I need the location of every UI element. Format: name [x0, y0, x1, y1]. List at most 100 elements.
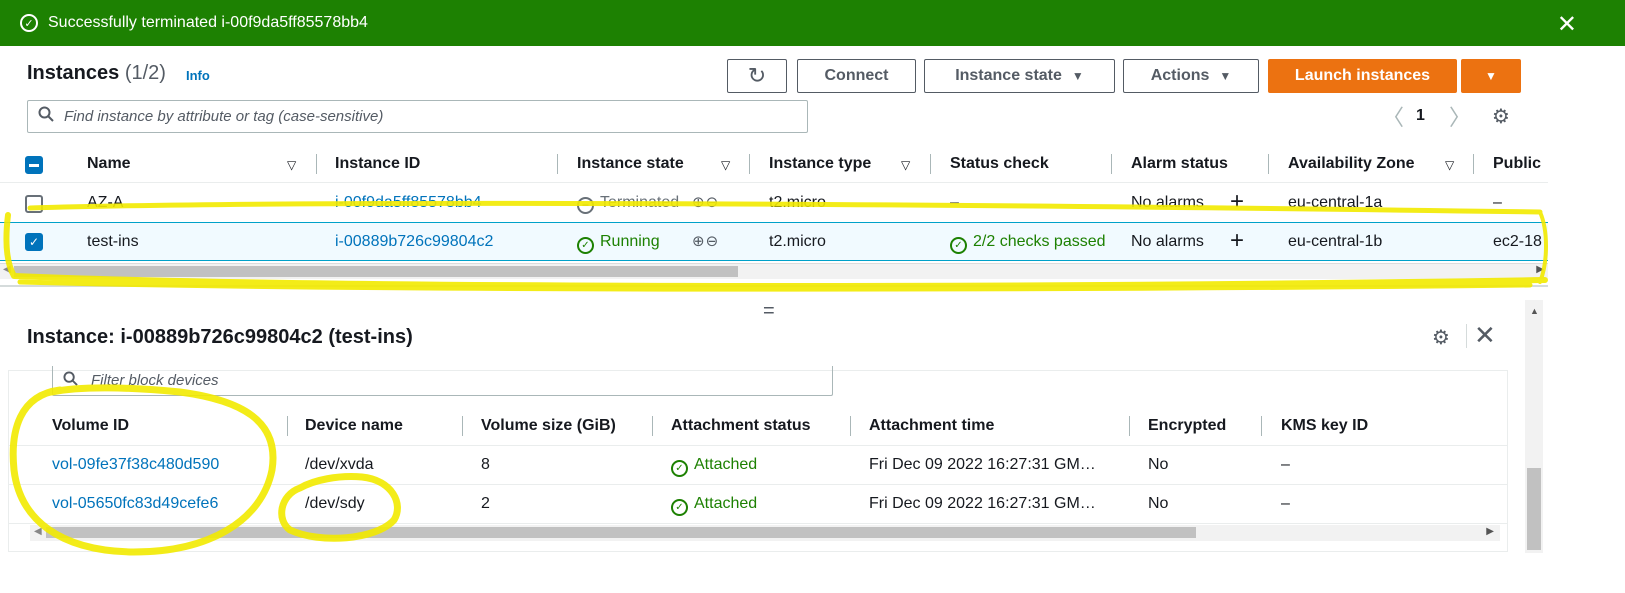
column-header-attachment-time[interactable]: Attachment time	[869, 417, 994, 435]
filter-block-devices-input[interactable]: Filter block devices	[52, 366, 833, 396]
zoom-in-out-icons[interactable]: ⊕⊖	[692, 193, 719, 211]
instance-id-link[interactable]: i-00889b726c99804c2	[335, 233, 493, 251]
column-divider[interactable]	[316, 154, 317, 174]
info-link[interactable]: Info	[186, 68, 210, 83]
check-passed-icon: ✓	[950, 237, 967, 254]
sort-icon[interactable]: ▽	[1445, 158, 1454, 172]
kms-key-id: –	[1281, 456, 1290, 473]
attachment-status-text: Attached	[694, 456, 758, 473]
instance-id-link[interactable]: i-00f9da5ff85578bb4	[335, 194, 482, 212]
column-divider[interactable]	[557, 154, 558, 174]
instance-state-dropdown[interactable]: Instance state ▼	[924, 59, 1115, 93]
row-checkbox[interactable]	[25, 195, 43, 213]
scroll-right-arrow-icon[interactable]: ▶	[1486, 526, 1494, 537]
device-name: /dev/xvda	[305, 456, 374, 473]
column-header-alarm-status[interactable]: Alarm status	[1131, 155, 1228, 173]
column-divider[interactable]	[1268, 154, 1269, 174]
column-divider[interactable]	[1111, 154, 1112, 174]
caret-down-icon: ▼	[1485, 69, 1497, 83]
next-page-button[interactable]: 〉	[1449, 104, 1471, 130]
column-divider[interactable]	[1473, 154, 1474, 174]
attachment-status-text: Attached	[694, 495, 758, 512]
column-header-instance-type[interactable]: Instance type	[769, 155, 871, 173]
column-divider[interactable]	[652, 416, 653, 436]
status-check: –	[950, 194, 959, 211]
scroll-right-arrow-icon[interactable]: ▶	[1536, 264, 1544, 275]
panel-close-icon[interactable]: ✕	[1474, 320, 1496, 351]
column-header-encrypted[interactable]: Encrypted	[1148, 417, 1226, 435]
column-header-instance-state[interactable]: Instance state	[577, 155, 684, 173]
instance-state-label: Instance state	[955, 67, 1062, 84]
drag-handle-icon[interactable]: =	[763, 300, 775, 323]
sort-icon[interactable]: ▽	[901, 158, 910, 172]
table-row: vol-05650fc83d49cefe6 /dev/sdy 2 ✓ Attach…	[8, 485, 1508, 524]
refresh-button[interactable]: ↻	[727, 59, 787, 93]
scroll-left-arrow-icon[interactable]: ◀	[3, 264, 11, 275]
selection-count: (1/2)	[124, 62, 166, 84]
status-check: ✓ 2/2 checks passed	[950, 233, 1106, 254]
add-alarm-icon[interactable]: +	[1230, 227, 1244, 255]
volume-id-link[interactable]: vol-05650fc83d49cefe6	[52, 495, 218, 513]
column-header-attachment-status[interactable]: Attachment status	[671, 417, 811, 435]
column-header-device-name[interactable]: Device name	[305, 417, 403, 435]
column-divider[interactable]	[930, 154, 931, 174]
panel-vertical-scrollbar[interactable]: ▲	[1525, 300, 1543, 553]
instance-state-text: Running	[600, 233, 660, 250]
sort-icon[interactable]: ▽	[721, 158, 730, 172]
search-icon	[38, 106, 60, 127]
launch-instances-button[interactable]: Launch instances	[1268, 59, 1457, 93]
column-header-public[interactable]: Public	[1493, 155, 1541, 173]
alarm-status: No alarms	[1131, 233, 1204, 250]
sort-icon[interactable]: ▽	[287, 158, 296, 172]
previous-page-button[interactable]: 〈	[1382, 104, 1404, 130]
column-divider[interactable]	[850, 416, 851, 436]
column-divider[interactable]	[287, 416, 288, 436]
scrollbar-thumb[interactable]	[1527, 468, 1541, 550]
running-check-icon: ✓	[577, 237, 594, 254]
table-row[interactable]: ✓ test-ins i-00889b726c99804c2 ✓ Running …	[0, 222, 1548, 261]
volume-size: 2	[481, 495, 490, 512]
scrollbar-thumb[interactable]	[46, 527, 1196, 538]
search-placeholder: Find instance by attribute or tag (case-…	[64, 108, 384, 125]
split-panel-divider[interactable]	[0, 285, 1548, 287]
status-check-text: 2/2 checks passed	[973, 233, 1106, 250]
column-header-kms-key-id[interactable]: KMS key ID	[1281, 417, 1368, 435]
flash-close-icon[interactable]: ✕	[1557, 10, 1577, 39]
column-divider[interactable]	[462, 416, 463, 436]
table-horizontal-scrollbar[interactable]: ◀ ▶	[0, 263, 1548, 279]
connect-button[interactable]: Connect	[797, 59, 916, 93]
block-devices-horizontal-scrollbar[interactable]: ◀ ▶	[30, 525, 1500, 541]
column-header-status-check[interactable]: Status check	[950, 155, 1049, 173]
select-all-checkbox[interactable]	[25, 156, 43, 174]
volume-id-link[interactable]: vol-09fe37f38c480d590	[52, 456, 219, 474]
kms-key-id: –	[1281, 495, 1290, 512]
zoom-in-out-icons[interactable]: ⊕⊖	[692, 232, 719, 250]
column-header-volume-size[interactable]: Volume size (GiB)	[481, 417, 616, 435]
launch-options-dropdown[interactable]: ▼	[1461, 59, 1521, 93]
row-checkbox[interactable]: ✓	[25, 233, 43, 251]
column-header-instance-id[interactable]: Instance ID	[335, 155, 420, 173]
scrollbar-thumb[interactable]	[14, 266, 738, 277]
add-alarm-icon[interactable]: +	[1230, 188, 1244, 216]
instance-state: − Terminated	[577, 194, 679, 214]
table-settings-icon[interactable]: ⚙	[1492, 104, 1510, 128]
connect-label: Connect	[824, 67, 889, 84]
table-row: vol-09fe37f38c480d590 /dev/xvda 8 ✓ Attac…	[8, 446, 1508, 485]
column-divider[interactable]	[1129, 416, 1130, 436]
actions-dropdown[interactable]: Actions ▼	[1123, 59, 1259, 93]
column-divider[interactable]	[749, 154, 750, 174]
page-title: Instances (1/2)	[27, 62, 166, 85]
column-header-availability-zone[interactable]: Availability Zone	[1288, 155, 1415, 173]
instance-type: t2.micro	[769, 233, 826, 250]
column-divider[interactable]	[1261, 416, 1262, 436]
column-header-volume-id[interactable]: Volume ID	[52, 417, 129, 435]
column-header-name[interactable]: Name	[87, 155, 131, 173]
table-row[interactable]: AZ-A i-00f9da5ff85578bb4 − Terminated ⊕⊖ …	[0, 184, 1548, 223]
panel-settings-icon[interactable]: ⚙	[1432, 325, 1450, 350]
scroll-left-arrow-icon[interactable]: ◀	[34, 526, 42, 537]
page-number[interactable]: 1	[1416, 104, 1425, 128]
scroll-up-arrow-icon[interactable]: ▲	[1530, 306, 1539, 316]
public-dns: ec2-18	[1493, 233, 1542, 250]
instance-search-input[interactable]: Find instance by attribute or tag (case-…	[27, 100, 808, 133]
attachment-status: ✓ Attached	[671, 495, 757, 516]
